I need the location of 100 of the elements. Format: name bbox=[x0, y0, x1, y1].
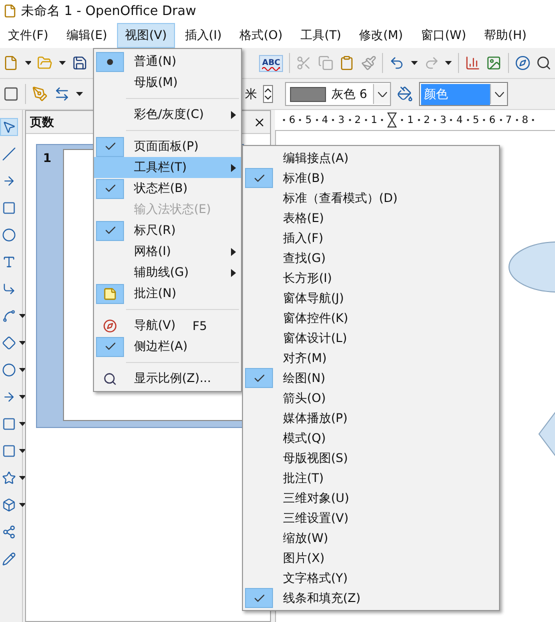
menu-option[interactable]: 显示比例(Z)... bbox=[94, 368, 241, 389]
menu-option[interactable]: 线条和填充(Z) bbox=[243, 588, 499, 608]
connector-icon[interactable] bbox=[2, 282, 16, 296]
pencil-icon[interactable] bbox=[2, 552, 16, 566]
menu-option[interactable]: 彩色/灰度(C) bbox=[94, 104, 241, 125]
menu-option[interactable]: 三维对象(U) bbox=[243, 488, 499, 508]
menu-item[interactable]: 修改(M) bbox=[351, 22, 411, 48]
points-icon[interactable] bbox=[2, 525, 16, 539]
caret-icon[interactable] bbox=[19, 449, 26, 453]
arrows-icon[interactable] bbox=[54, 86, 70, 102]
menu-item[interactable]: 插入(I) bbox=[176, 22, 230, 48]
menu-option[interactable]: 编辑接点(A) bbox=[243, 148, 499, 168]
menu-option[interactable]: 箭头(O) bbox=[243, 388, 499, 408]
menu-option[interactable]: 查找(G) bbox=[243, 248, 499, 268]
menu-option[interactable]: 母版(M) bbox=[94, 72, 241, 93]
flowchart-icon[interactable] bbox=[2, 417, 16, 431]
gallery-icon[interactable] bbox=[486, 55, 502, 71]
menu-option[interactable]: 导航(V) F5 bbox=[94, 315, 241, 336]
pen-icon[interactable] bbox=[32, 86, 48, 102]
check-icon bbox=[252, 372, 266, 384]
line-area-icon[interactable] bbox=[3, 86, 19, 102]
caret-icon[interactable] bbox=[24, 61, 32, 65]
menu-option[interactable]: 批注(N) bbox=[94, 283, 241, 304]
menu-option[interactable]: 窗体设计(L) bbox=[243, 328, 499, 348]
chart-icon[interactable] bbox=[464, 55, 480, 71]
spinner-icon[interactable] bbox=[263, 85, 273, 103]
menu-option[interactable]: 网格(I) bbox=[94, 241, 241, 262]
line-color-dropdown[interactable]: 灰色 6 bbox=[285, 82, 391, 106]
menu-option[interactable]: 标准(B) bbox=[243, 168, 499, 188]
caret-icon[interactable] bbox=[19, 341, 26, 345]
menu-option[interactable]: 标尺(R) bbox=[94, 220, 241, 241]
menu-item[interactable]: 格式(O) bbox=[232, 22, 291, 48]
menu-item[interactable]: 文件(F) bbox=[0, 22, 56, 48]
caret-icon[interactable] bbox=[76, 92, 83, 96]
caret-icon[interactable] bbox=[19, 476, 26, 480]
menu-option[interactable]: 表格(E) bbox=[243, 208, 499, 228]
ruler-label: 1 bbox=[407, 114, 414, 126]
ruler-label: 1 bbox=[370, 114, 378, 126]
page-number: 1 bbox=[43, 150, 52, 167]
menu-option[interactable]: 缩放(W) bbox=[243, 528, 499, 548]
paste-icon[interactable] bbox=[339, 55, 355, 71]
menu-option[interactable]: 三维设置(V) bbox=[243, 508, 499, 528]
menu-option[interactable]: 模式(Q) bbox=[243, 428, 499, 448]
menu-option[interactable]: 标准（查看模式）(D) bbox=[243, 188, 499, 208]
menu-item[interactable]: 工具(T) bbox=[292, 22, 350, 48]
paint-bucket-icon[interactable] bbox=[397, 86, 413, 102]
line-icon[interactable] bbox=[2, 147, 16, 161]
diamond-icon[interactable] bbox=[2, 336, 16, 350]
caret-icon[interactable] bbox=[19, 422, 26, 426]
curve-icon[interactable] bbox=[2, 309, 16, 323]
menu-option[interactable]: 插入(F) bbox=[243, 228, 499, 248]
menu-option[interactable]: 页面面板(P) bbox=[94, 136, 241, 157]
indent-marker-icon[interactable] bbox=[387, 112, 398, 128]
new-document-icon[interactable] bbox=[3, 55, 19, 71]
rectangle-icon[interactable] bbox=[2, 201, 16, 215]
menu-option[interactable]: 普通(N) bbox=[94, 51, 241, 72]
menu-option[interactable]: 长方形(I) bbox=[243, 268, 499, 288]
menu-option[interactable]: 对齐(M) bbox=[243, 348, 499, 368]
compass-icon[interactable] bbox=[514, 55, 530, 71]
chevron-down-icon[interactable] bbox=[378, 92, 387, 96]
caret-icon[interactable] bbox=[445, 61, 452, 65]
menu-option[interactable]: 图片(X) bbox=[243, 548, 499, 568]
menu-item[interactable]: 编辑(E) bbox=[58, 22, 116, 48]
cube-icon[interactable] bbox=[2, 498, 16, 512]
caret-icon[interactable] bbox=[19, 368, 26, 372]
star-icon[interactable] bbox=[2, 471, 16, 485]
caret-icon[interactable] bbox=[19, 395, 26, 399]
menu-item[interactable]: 窗口(W) bbox=[412, 22, 474, 48]
menu-option[interactable]: 侧边栏(A) bbox=[94, 336, 241, 357]
zoom-icon[interactable] bbox=[536, 55, 552, 71]
save-icon[interactable] bbox=[72, 55, 88, 71]
menu-option[interactable]: 窗体控件(K) bbox=[243, 308, 499, 328]
menu-option[interactable]: 绘图(N) bbox=[243, 368, 499, 388]
circle-icon[interactable] bbox=[2, 363, 16, 377]
pointer-icon[interactable] bbox=[2, 120, 16, 134]
radio-dot-icon bbox=[107, 58, 113, 64]
caret-icon[interactable] bbox=[58, 61, 66, 65]
menu-option[interactable]: 媒体播放(P) bbox=[243, 408, 499, 428]
chevron-down-icon[interactable] bbox=[494, 92, 504, 96]
menu-option[interactable]: 批注(T) bbox=[243, 468, 499, 488]
menu-option[interactable]: 工具栏(T) bbox=[94, 157, 241, 178]
menu-option[interactable]: 状态栏(B) bbox=[94, 178, 241, 199]
caret-icon[interactable] bbox=[19, 314, 26, 318]
ruler-label: 2 bbox=[424, 114, 430, 126]
menu-option[interactable]: 文字格式(Y) bbox=[243, 568, 499, 588]
callout-icon[interactable] bbox=[2, 444, 16, 458]
ellipse-icon[interactable] bbox=[2, 228, 16, 242]
menu-option[interactable]: 窗体导航(J) bbox=[243, 288, 499, 308]
caret-icon[interactable] bbox=[410, 61, 418, 65]
spellcheck-icon[interactable]: ABC bbox=[259, 54, 284, 72]
menu-option[interactable]: 母版视图(S) bbox=[243, 448, 499, 468]
block-arrow-icon[interactable] bbox=[2, 390, 16, 404]
menu-item[interactable]: 帮助(H) bbox=[476, 22, 535, 48]
undo-icon[interactable] bbox=[389, 55, 405, 71]
menu-option[interactable]: 辅助线(G) bbox=[94, 262, 241, 283]
close-icon[interactable] bbox=[253, 116, 266, 128]
text-icon[interactable] bbox=[2, 255, 16, 269]
caret-icon[interactable] bbox=[19, 503, 26, 507]
menu-item[interactable]: 视图(V) bbox=[117, 22, 175, 48]
ruler-label: 6 bbox=[489, 114, 496, 126]
